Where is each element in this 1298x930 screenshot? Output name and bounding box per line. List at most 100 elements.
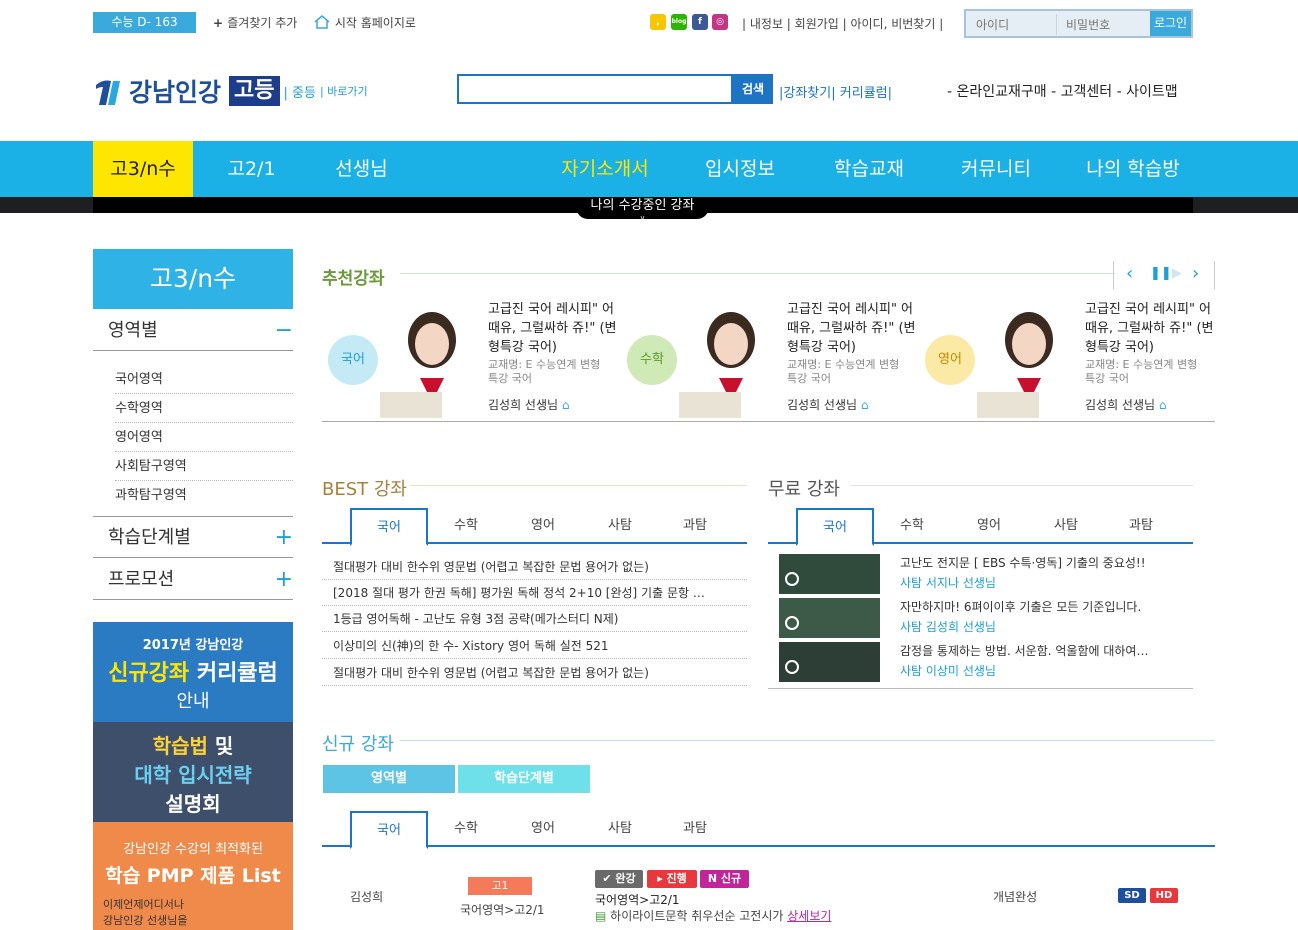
home-icon[interactable]: ⌂ (562, 398, 570, 412)
recommend-card[interactable]: 영어 고급진 국어 레시피" 어때유, 그럴싸하 쥬!" (변형특강 국어) 교… (925, 300, 1215, 422)
kakao-icon[interactable]: , (650, 14, 666, 30)
free-list-item[interactable]: 자만하지마! 6펴이이후 기출은 모든 기준입니다. 사탐 김성희 선생님 (779, 598, 1194, 642)
free-course-title: 자만하지마! 6펴이이후 기출은 모든 기준입니다. (900, 600, 1142, 614)
sidebar-section-step[interactable]: 학습단계별 + (93, 518, 293, 558)
list-item[interactable]: [2018 절대 평가 한권 독해] 평가원 독해 정석 2+10 [완성] 기… (322, 580, 747, 606)
free-list-item[interactable]: 감정을 통제하는 방법. 서운함. 억울함에 대하여… 사탐 이상미 선생님 (779, 642, 1194, 686)
play-icon[interactable] (785, 616, 799, 630)
filter-area-button[interactable]: 영역별 (323, 765, 455, 793)
hd-button[interactable]: HD (1150, 888, 1178, 903)
play-icon[interactable]: ▶ (1172, 266, 1182, 281)
course-title: 고급진 국어 레시피" 어때유, 그럴싸하 쥬!" (변형특강 국어) (787, 302, 916, 355)
tab-math[interactable]: 수학 (427, 508, 505, 544)
sidebar-section-promo[interactable]: 프로모션 + (93, 560, 293, 600)
teacher-name: 김성희 선생님 ⌂ (1085, 396, 1167, 413)
teacher-label: 김성희 선생님 (787, 398, 858, 412)
filter-step-button[interactable]: 학습단계별 (458, 765, 590, 793)
grade-badge: 고1 (468, 877, 532, 895)
banner-pmp[interactable]: 강남인강 수강의 최적화된 학습 PMP 제품 List 이제언제어디서나 강남… (93, 822, 293, 930)
sidebar-section-area[interactable]: 영역별 − (93, 311, 293, 351)
divider (1056, 14, 1057, 35)
chevron-left-icon[interactable]: ‹ (1126, 263, 1133, 284)
tab-korean[interactable]: 국어 (350, 508, 428, 546)
new-course-title[interactable]: 국어영역>고2/1 (595, 891, 680, 908)
shortcut-link[interactable]: | 바로가기 (320, 83, 368, 99)
divider (850, 485, 1193, 486)
list-item[interactable]: 절대평가 대비 한수위 영문법 (어렵고 복잡한 문법 용어가 없는) (322, 554, 747, 580)
homepage-link[interactable]: 시작 홈페이지로 (313, 14, 416, 31)
detail-link[interactable]: 상세보기 (787, 909, 831, 923)
teacher-label: 김성희 선생님 (1085, 398, 1156, 412)
recommend-card[interactable]: 국어 고급진 국어 레시피" 어때유, 그럴싸하 쥬!" (변형특강 국어) 교… (328, 300, 618, 422)
chevron-right-icon[interactable]: › (1192, 263, 1199, 284)
bookmark-link[interactable]: + 즐겨찾기 추가 (213, 14, 297, 31)
my-course-tab[interactable]: 나의 수강중인 강좌 v (576, 197, 709, 222)
list-item[interactable]: 이상미의 신(神)의 한 수- Xistory 영어 독해 실전 521 (322, 633, 747, 659)
logo[interactable]: 강남인강 고등 | 중등 | 바로가기 (93, 74, 368, 108)
tab-science[interactable]: 과탐 (656, 508, 734, 544)
tab-science[interactable]: 과탐 (656, 811, 734, 847)
video-thumbnail[interactable] (779, 554, 880, 594)
play-icon[interactable] (785, 572, 799, 586)
subject-circle: 영어 (925, 335, 975, 385)
tab-math[interactable]: 수학 (873, 508, 951, 544)
nav-item-go3[interactable]: 고3/n수 (93, 141, 193, 197)
free-list-item[interactable]: 고난도 전지문 [ EBS 수특·영독] 기출의 중요성!! 사탐 서지나 선생… (779, 554, 1194, 598)
free-title: 무료 강좌 (768, 479, 840, 500)
home-icon[interactable]: ⌂ (861, 398, 869, 412)
list-item[interactable]: 1등급 영어독해 - 고난도 유형 3점 공략(메가스터디 N제) (322, 606, 747, 632)
plus-icon[interactable]: + (275, 560, 293, 600)
nav-item-teacher[interactable]: 선생님 (315, 141, 408, 197)
login-button[interactable]: 로그인 (1150, 11, 1191, 36)
nav-item-go2[interactable]: 고2/1 (205, 141, 298, 197)
instagram-icon[interactable]: ◎ (712, 14, 728, 30)
sidebar-item-math[interactable]: 수학영역 (115, 395, 293, 423)
tab-math[interactable]: 수학 (427, 811, 505, 847)
video-thumbnail[interactable] (779, 598, 880, 638)
recommend-card[interactable]: 수학 고급진 국어 레시피" 어때유, 그럴싸하 쥬!" (변형특강 국어) 교… (627, 300, 917, 422)
nav-item-self-intro[interactable]: 자기소개서 (540, 141, 670, 197)
play-icon[interactable] (785, 660, 799, 674)
password-input[interactable] (1058, 14, 1148, 35)
tab-english[interactable]: 영어 (504, 811, 582, 847)
tab-social[interactable]: 사탐 (1027, 508, 1105, 544)
header-right-links[interactable]: - 온라인교재구매 - 고객센터 - 사이트맵 (947, 81, 1178, 101)
tab-social[interactable]: 사탐 (581, 811, 659, 847)
search-button[interactable]: 검색 (733, 74, 773, 104)
tab-english[interactable]: 영어 (504, 508, 582, 544)
section-label: 프로모션 (108, 569, 175, 590)
tab-english[interactable]: 영어 (950, 508, 1028, 544)
list-item[interactable]: 절대평가 대비 한수위 영문법 (어렵고 복잡한 문법 용어가 없는) (322, 660, 747, 686)
search-input[interactable] (457, 74, 733, 104)
search-links[interactable]: |강좌찾기| 커리큘럼| (779, 82, 892, 101)
banner-line: 2017년 강남인강 (142, 638, 244, 653)
divider (400, 273, 1115, 274)
nav-item-my-study[interactable]: 나의 학습방 (1068, 141, 1198, 197)
sidebar-item-korean[interactable]: 국어영역 (115, 366, 293, 394)
sidebar-item-science[interactable]: 과학탐구영역 (115, 482, 293, 510)
nav-item-community[interactable]: 커뮤니티 (931, 141, 1061, 197)
util-links[interactable]: | 내정보 | 회원가입 | 아이디, 비번찾기 | (742, 15, 943, 32)
facebook-icon[interactable]: f (692, 14, 708, 30)
id-input[interactable] (968, 14, 1054, 35)
plus-icon[interactable]: + (275, 518, 293, 558)
home-icon[interactable]: ⌂ (1159, 398, 1167, 412)
blog-icon[interactable]: blog (671, 14, 687, 30)
nav-item-textbook[interactable]: 학습교재 (804, 141, 934, 197)
sidebar-item-social[interactable]: 사회탐구영역 (115, 453, 293, 481)
sd-button[interactable]: SD (1118, 888, 1146, 903)
best-title: BEST 강좌 (322, 479, 407, 500)
teacher-photo (977, 312, 1069, 418)
tab-science[interactable]: 과탐 (1102, 508, 1180, 544)
video-thumbnail[interactable] (779, 642, 880, 682)
minus-icon[interactable]: − (275, 311, 293, 351)
banner-curriculum[interactable]: 2017년 강남인강 신규강좌 커리큘럼 안내 (93, 622, 293, 722)
nav-item-admission[interactable]: 입시정보 (675, 141, 805, 197)
tab-korean[interactable]: 국어 (796, 508, 874, 546)
middle-school-link[interactable]: | 중등 (284, 82, 316, 101)
banner-seminar[interactable]: 학습법 및 대학 입시전략 설명회 (93, 722, 293, 822)
sidebar-item-english[interactable]: 영어영역 (115, 424, 293, 452)
tab-korean[interactable]: 국어 (350, 811, 428, 849)
pause-icon[interactable]: ❚❚ (1150, 266, 1172, 281)
tab-social[interactable]: 사탐 (581, 508, 659, 544)
